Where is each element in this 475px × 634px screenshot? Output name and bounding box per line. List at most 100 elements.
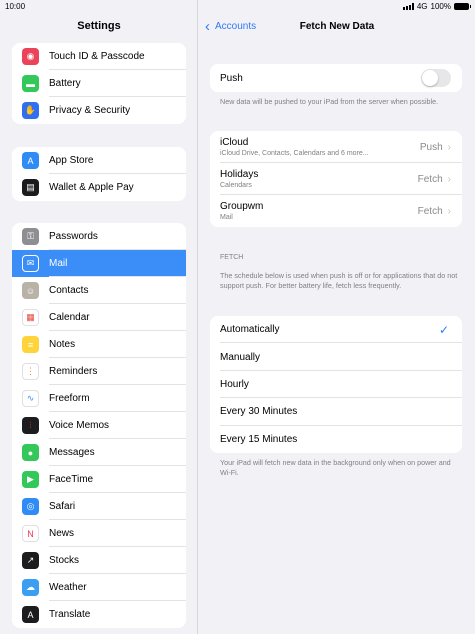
schedule-card: Automatically ✓ Manually Hourly Every 30 Min… [210,316,462,453]
schedule-option-label: Every 15 Minutes [220,433,298,445]
sidebar-item-label: Touch ID & Passcode [49,51,145,62]
news-icon: N [22,525,39,542]
sidebar-item-freeform[interactable]: ∿ Freeform [12,385,186,412]
push-row: Push [210,64,462,92]
account-detail: Calendars [220,182,252,189]
account-detail: Mail [220,214,233,221]
fetch-new-data-pane: Fetch New Data ‹ Accounts Push New data … [199,0,475,634]
sidebar-item-label: App Store [49,155,94,166]
network-type: 4G [416,2,428,11]
sidebar-item-touch-id-and-passcode[interactable]: ◉ Touch ID & Passcode [12,43,186,70]
account-row-holidays[interactable]: Holidays Calendars Fetch › [210,163,462,195]
sidebar-item-label: Safari [49,501,76,512]
settings-sidebar: Settings ◉ Touch ID & Passcode ▬ Battery ✋ Pr… [0,0,198,634]
status-time: 10:00 [5,2,26,11]
schedule-option-label: Automatically [220,324,280,336]
sidebar-item-mail[interactable]: ✉ Mail [12,250,186,277]
sidebar-item-battery[interactable]: ▬ Battery [12,70,186,97]
schedule-option-every-30-minutes[interactable]: Every 30 Minutes [210,398,462,426]
app-store-icon: A [22,152,39,169]
chevron-left-icon: ‹ [205,17,210,35]
sidebar-group-security: ◉ Touch ID & Passcode ▬ Battery ✋ Privacy & S… [12,43,186,124]
messages-icon: ● [22,444,39,461]
account-text: Holidays Calendars [220,169,258,189]
sidebar-item-stocks[interactable]: ↗ Stocks [12,547,186,574]
battery-icon: ▬ [22,75,39,92]
stocks-icon: ↗ [22,552,39,569]
chevron-right-icon: › [447,141,451,153]
reminders-icon: ⋮ [22,363,39,380]
sidebar-item-safari[interactable]: ◎ Safari [12,493,186,520]
schedule-option-every-15-minutes[interactable]: Every 15 Minutes [210,426,462,453]
battery-status-icon [454,3,471,10]
schedule-option-hourly[interactable]: Hourly [210,371,462,399]
account-name: iCloud [220,137,249,148]
schedule-option-automatically[interactable]: Automatically ✓ [210,316,462,344]
accounts-card: iCloud iCloud Drive, Contacts, Calendars … [210,131,462,227]
sidebar-item-privacy-and-security[interactable]: ✋ Privacy & Security [12,97,186,124]
hand-icon: ✋ [22,102,39,119]
sidebar-item-wallet-and-apple-pay[interactable]: ▤ Wallet & Apple Pay [12,174,186,201]
key-icon: ⚿ [22,228,39,245]
sidebar-item-notes[interactable]: ≡ Notes [12,331,186,358]
back-button-label: Accounts [215,21,257,32]
sidebar-item-label: Weather [49,582,87,593]
sidebar-item-label: FaceTime [49,474,94,485]
freeform-icon: ∿ [22,390,39,407]
contacts-icon: ☺ [22,282,39,299]
sidebar-item-calendar[interactable]: ▦ Calendar [12,304,186,331]
sidebar-item-label: Voice Memos [49,420,110,431]
sidebar-group-store: A App Store ▤ Wallet & Apple Pay [12,147,186,201]
account-name: Holidays [220,169,259,180]
account-fetch-value: Push [419,141,443,153]
sidebar-item-contacts[interactable]: ☺ Contacts [12,277,186,304]
chevron-right-icon: › [447,205,451,217]
sidebar-item-voice-memos[interactable]: ⦙ Voice Memos [12,412,186,439]
sidebar-item-label: Calendar [49,312,90,323]
account-fetch-mode: Push › [420,142,451,153]
sidebar-item-messages[interactable]: ● Messages [12,439,186,466]
account-fetch-value: Fetch [417,205,443,217]
wallet-icon: ▤ [22,179,39,196]
sidebar-item-weather[interactable]: ☁ Weather [12,574,186,601]
sidebar-item-label: Freeform [49,393,90,404]
account-row-groupwm[interactable]: Groupwm Mail Fetch › [210,195,462,227]
fetch-section-header: FETCH [220,254,244,261]
weather-icon: ☁ [22,579,39,596]
back-button[interactable]: ‹ Accounts [205,17,257,35]
schedule-option-manually[interactable]: Manually [210,343,462,372]
sidebar-item-translate[interactable]: A Translate [12,601,186,628]
sidebar-item-reminders[interactable]: ⋮ Reminders [12,358,186,385]
sidebar-item-label: Reminders [49,366,98,377]
account-detail: iCloud Drive, Contacts, Calendars and 6 … [220,150,369,157]
account-fetch-mode: Fetch › [418,174,451,185]
bottom-footnote: Your iPad will fetch new data in the bac… [220,458,451,477]
account-fetch-value: Fetch [417,173,443,185]
account-text: Groupwm Mail [220,201,263,221]
sidebar-item-facetime[interactable]: ▶ FaceTime [12,466,186,493]
signal-icon [402,3,414,10]
sidebar-item-label: Messages [49,447,95,458]
push-label: Push [220,72,243,84]
push-card: Push [210,64,462,92]
schedule-option-label: Manually [220,351,261,363]
battery-percent: 100% [430,2,451,11]
sidebar-item-label: Contacts [49,285,89,296]
account-name: Groupwm [220,201,264,212]
chevron-right-icon: › [447,173,451,185]
sidebar-item-label: Mail [49,258,68,269]
sidebar-item-label: Notes [49,339,76,350]
sidebar-item-label: Translate [49,609,91,620]
sidebar-item-news[interactable]: N News [12,520,186,547]
account-row-icloud[interactable]: iCloud iCloud Drive, Contacts, Calendars … [210,131,462,163]
safari-icon: ◎ [22,498,39,515]
sidebar-item-label: Battery [49,78,81,89]
voice-memos-icon: ⦙ [22,417,39,434]
toggle-knob [422,70,438,86]
notes-icon: ≡ [22,336,39,353]
schedule-option-label: Every 30 Minutes [220,406,298,418]
schedule-option-label: Hourly [220,378,249,390]
sidebar-item-app-store[interactable]: A App Store [12,147,186,174]
push-toggle[interactable] [421,69,451,87]
sidebar-item-passwords[interactable]: ⚿ Passwords [12,223,186,250]
